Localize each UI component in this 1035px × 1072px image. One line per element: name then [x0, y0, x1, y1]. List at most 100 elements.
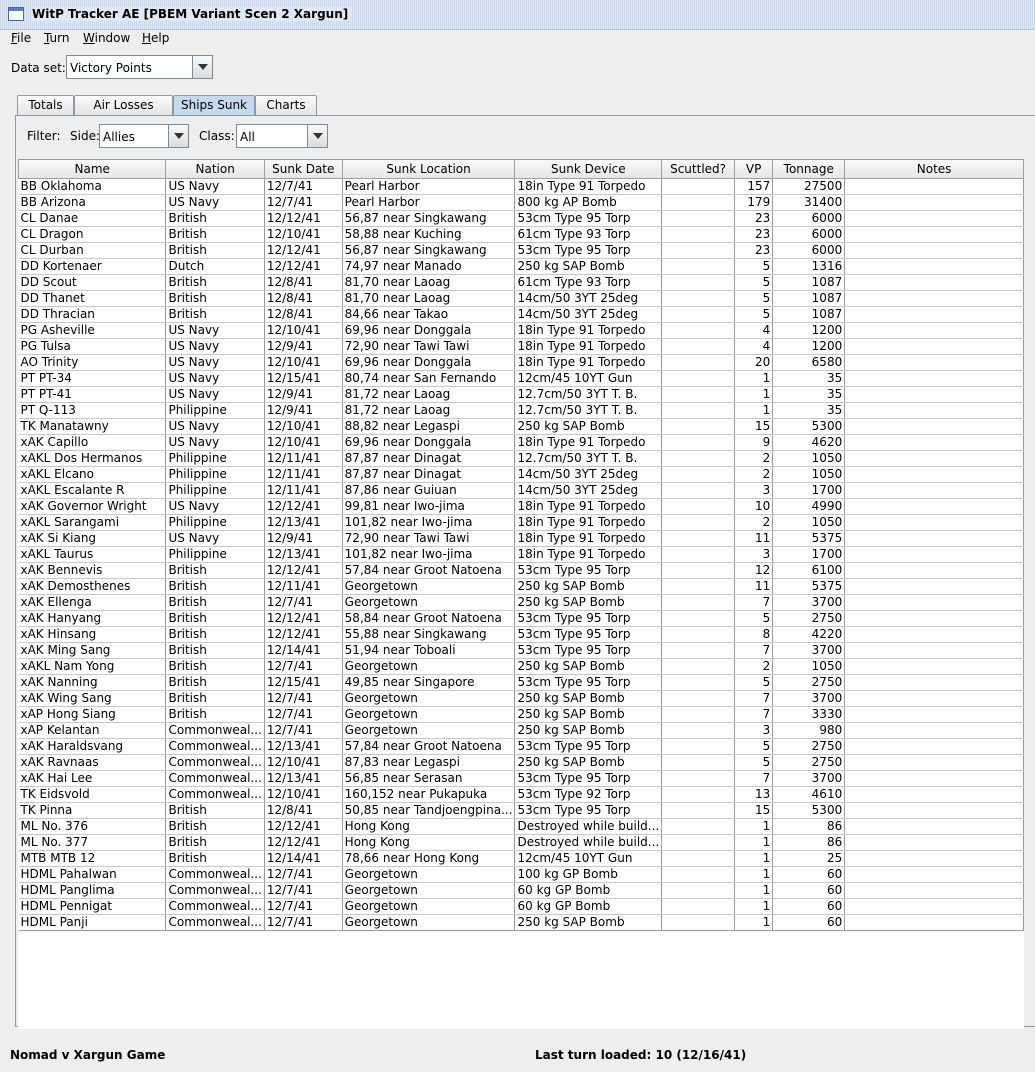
- menu-file[interactable]: File: [11, 31, 31, 45]
- table-row[interactable]: CL Dragon British 12/10/41 58,88 near Kuchi…: [18, 226, 1024, 243]
- column-header-tonnage[interactable]: Tonnage: [772, 160, 846, 179]
- cell-vp: 1: [734, 898, 774, 915]
- table-row[interactable]: CL Danae British 12/12/41 56,87 near Singka…: [18, 210, 1024, 227]
- cell-sunk-date: 12/7/41: [264, 722, 343, 739]
- table-row[interactable]: xAP Kelantan Commonweal... 12/7/41 Georgeto…: [18, 722, 1024, 739]
- table-row[interactable]: TK Eidsvold Commonweal... 12/10/41 160,152 …: [18, 786, 1024, 803]
- cell-sunk-date: 12/12/41: [264, 610, 343, 627]
- cell-vp: 2: [734, 466, 774, 483]
- column-header-nation[interactable]: Nation: [165, 160, 265, 179]
- chevron-down-icon[interactable]: [168, 125, 188, 147]
- table-row[interactable]: BB Arizona US Navy 12/7/41 Pearl Harbor 800 …: [18, 194, 1024, 211]
- cell-scuttled: [661, 386, 735, 403]
- cell-notes: [844, 818, 1024, 835]
- cell-sunk-date: 12/11/41: [264, 450, 343, 467]
- table-row[interactable]: DD Scout British 12/8/41 81,70 near Laoag 61…: [18, 274, 1024, 291]
- table-row[interactable]: xAKL Sarangami Philippine 12/13/41 101,82 n…: [18, 514, 1024, 531]
- cell-sunk-date: 12/7/41: [264, 866, 343, 883]
- class-select[interactable]: All: [236, 124, 328, 148]
- cell-vp: 157: [734, 178, 774, 195]
- cell-vp: 1: [734, 370, 774, 387]
- table-row[interactable]: xAKL Escalante R Philippine 12/11/41 87,86 …: [18, 482, 1024, 499]
- table-row[interactable]: xAK Ravnaas Commonweal... 12/10/41 87,83 ne…: [18, 754, 1024, 771]
- table-row[interactable]: TK Pinna British 12/8/41 50,85 near Tandjoe…: [18, 802, 1024, 819]
- column-header-sunk-device[interactable]: Sunk Device: [514, 160, 663, 179]
- cell-tonnage: 3700: [772, 594, 846, 611]
- table-row[interactable]: PT PT-34 US Navy 12/15/41 80,74 near San Fe…: [18, 370, 1024, 387]
- table-row[interactable]: HDML Panji Commonweal... 12/7/41 Georgetown…: [18, 914, 1024, 931]
- table-row[interactable]: PT PT-41 US Navy 12/9/41 81,72 near Laoag 12…: [18, 386, 1024, 403]
- table-row[interactable]: PG Tulsa US Navy 12/9/41 72,90 near Tawi Ta…: [18, 338, 1024, 355]
- cell-nation: British: [165, 290, 265, 307]
- table-row[interactable]: xAKL Taurus Philippine 12/13/41 101,82 near…: [18, 546, 1024, 563]
- cell-sunk-date: 12/7/41: [264, 178, 343, 195]
- table-row[interactable]: PT Q-113 Philippine 12/9/41 81,72 near Laoa…: [18, 402, 1024, 419]
- table-row[interactable]: xAK Ellenga British 12/7/41 Georgetown 250 k…: [18, 594, 1024, 611]
- menu-window[interactable]: Window: [83, 31, 130, 45]
- table-row[interactable]: HDML Pennigat Commonweal... 12/7/41 Georget…: [18, 898, 1024, 915]
- table-row[interactable]: xAKL Elcano Philippine 12/11/41 87,87 near …: [18, 466, 1024, 483]
- column-header-sunk-date[interactable]: Sunk Date: [263, 160, 343, 179]
- menu-help[interactable]: Help: [142, 31, 169, 45]
- table-row[interactable]: xAK Hanyang British 12/12/41 58,84 near Gro…: [18, 610, 1024, 627]
- table-row[interactable]: AO Trinity US Navy 12/10/41 69,96 near Dong…: [18, 354, 1024, 371]
- tab-ships-sunk[interactable]: Ships Sunk: [173, 95, 255, 116]
- table-row[interactable]: xAK Bennevis British 12/12/41 57,84 near Gr…: [18, 562, 1024, 579]
- chevron-down-icon[interactable]: [307, 125, 327, 147]
- table-row[interactable]: xAK Nanning British 12/15/41 49,85 near Sin…: [18, 674, 1024, 691]
- table-row[interactable]: xAK Haraldsvang Commonweal... 12/13/41 57,8…: [18, 738, 1024, 755]
- cell-nation: Dutch: [165, 258, 265, 275]
- cell-vp: 5: [734, 754, 774, 771]
- table-row[interactable]: xAP Hong Siang British 12/7/41 Georgetown 25…: [18, 706, 1024, 723]
- cell-vp: 5: [734, 306, 774, 323]
- cell-name: xAK Hinsang: [18, 626, 167, 643]
- column-header-name[interactable]: Name: [17, 160, 167, 179]
- cell-vp: 23: [734, 210, 774, 227]
- chevron-down-icon[interactable]: [192, 56, 212, 78]
- table-row[interactable]: xAK Ming Sang British 12/14/41 51,94 near T…: [18, 642, 1024, 659]
- table-row[interactable]: xAK Demosthenes British 12/11/41 Georgetown…: [18, 578, 1024, 595]
- table-row[interactable]: MTB MTB 12 British 12/14/41 78,66 near Hong…: [18, 850, 1024, 867]
- table-row[interactable]: ML No. 377 British 12/12/41 Hong Kong Destro…: [18, 834, 1024, 851]
- cell-notes: [844, 178, 1024, 195]
- tab-charts[interactable]: Charts: [255, 95, 317, 115]
- cell-vp: 5: [734, 610, 774, 627]
- table-row[interactable]: xAK Governor Wright US Navy 12/12/41 99,81 …: [18, 498, 1024, 515]
- cell-nation: Philippine: [165, 546, 265, 563]
- cell-vp: 1: [734, 834, 774, 851]
- menu-turn[interactable]: Turn: [44, 31, 69, 45]
- table-row[interactable]: xAKL Dos Hermanos Philippine 12/11/41 87,87…: [18, 450, 1024, 467]
- table-row[interactable]: HDML Pahalwan Commonweal... 12/7/41 Georget…: [18, 866, 1024, 883]
- table-row[interactable]: CL Durban British 12/12/41 56,87 near Singk…: [18, 242, 1024, 259]
- table-row[interactable]: xAKL Nam Yong British 12/7/41 Georgetown 250…: [18, 658, 1024, 675]
- table-row[interactable]: xAK Hai Lee Commonweal... 12/13/41 56,85 ne…: [18, 770, 1024, 787]
- table-row[interactable]: BB Oklahoma US Navy 12/7/41 Pearl Harbor 18i…: [18, 178, 1024, 195]
- ships-sunk-table-container[interactable]: Name Nation Sunk Date Sunk Location Sunk Dev…: [17, 159, 1024, 1029]
- tab-air-losses[interactable]: Air Losses: [74, 95, 173, 115]
- column-header-scuttled[interactable]: Scuttled?: [661, 160, 735, 179]
- table-row[interactable]: DD Thracian British 12/8/41 84,66 near Taka…: [18, 306, 1024, 323]
- cell-scuttled: [661, 738, 735, 755]
- table-row[interactable]: xAK Capillo US Navy 12/10/41 69,96 near Don…: [18, 434, 1024, 451]
- column-header-sunk-location[interactable]: Sunk Location: [341, 160, 516, 179]
- cell-notes: [844, 338, 1024, 355]
- dataset-select[interactable]: Victory Points: [66, 55, 213, 79]
- table-row[interactable]: xAK Hinsang British 12/12/41 55,88 near Sin…: [18, 626, 1024, 643]
- table-row[interactable]: ML No. 376 British 12/12/41 Hong Kong Destro…: [18, 818, 1024, 835]
- cell-scuttled: [661, 866, 735, 883]
- cell-notes: [844, 450, 1024, 467]
- column-header-vp[interactable]: VP: [733, 160, 774, 179]
- table-row[interactable]: xAK Si Kiang US Navy 12/9/41 72,90 near Taw…: [18, 530, 1024, 547]
- table-row[interactable]: PG Asheville US Navy 12/10/41 69,96 near Do…: [18, 322, 1024, 339]
- cell-name: xAKL Elcano: [18, 466, 167, 483]
- table-row[interactable]: DD Kortenaer Dutch 12/12/41 74,97 near Mana…: [18, 258, 1024, 275]
- table-row[interactable]: xAK Wing Sang British 12/7/41 Georgetown 250…: [18, 690, 1024, 707]
- tab-totals[interactable]: Totals: [17, 95, 74, 115]
- cell-nation: Philippine: [165, 466, 265, 483]
- cell-sunk-location: 80,74 near San Fernando: [342, 370, 516, 387]
- table-row[interactable]: TK Manatawny US Navy 12/10/41 88,82 near Le…: [18, 418, 1024, 435]
- side-select[interactable]: Allies: [99, 124, 189, 148]
- column-header-notes[interactable]: Notes: [844, 160, 1024, 179]
- table-row[interactable]: HDML Panglima Commonweal... 12/7/41 Georget…: [18, 882, 1024, 899]
- table-row[interactable]: DD Thanet British 12/8/41 81,70 near Laoag 1…: [18, 290, 1024, 307]
